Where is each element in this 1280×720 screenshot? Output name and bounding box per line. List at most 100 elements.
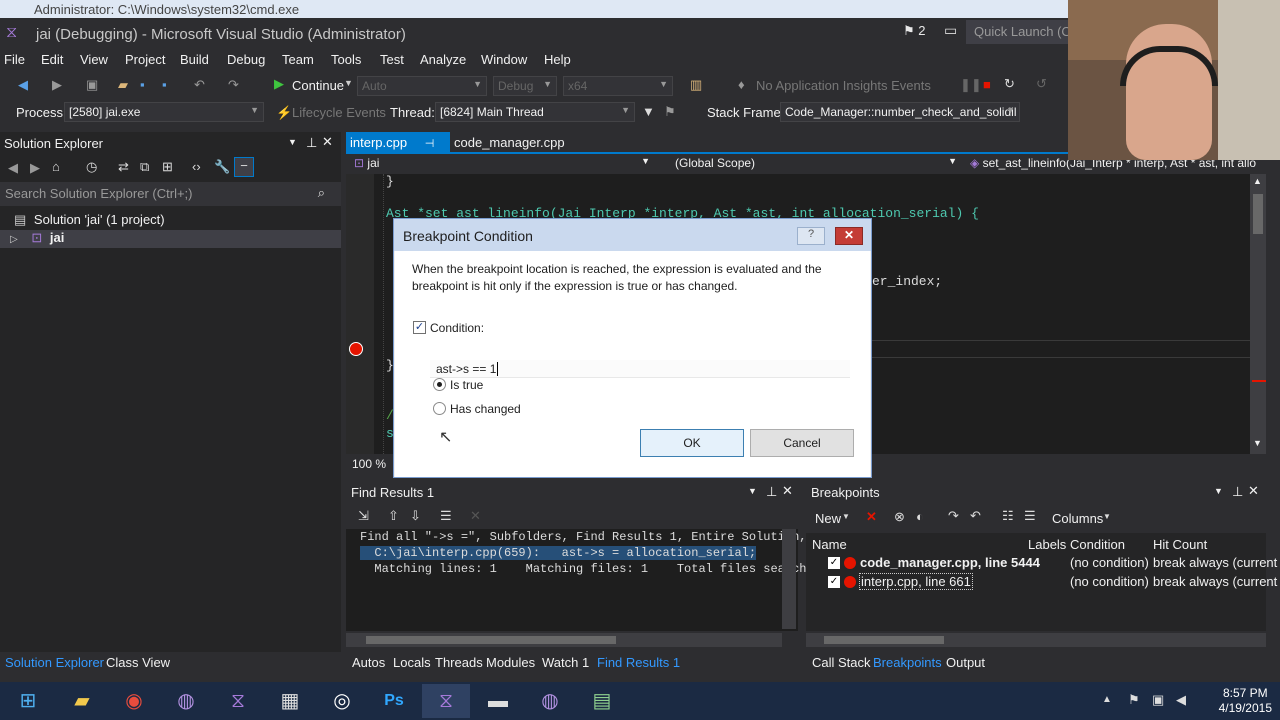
properties-icon[interactable]: 🔧 (214, 159, 230, 175)
dropdown-icon[interactable]: ▼ (1214, 486, 1223, 496)
columns-button[interactable]: Columns (1052, 511, 1103, 526)
show-all-icon[interactable]: ⊞ (162, 159, 173, 175)
history-icon[interactable]: ◷ (86, 159, 97, 175)
condition-input[interactable]: ast->s == 1 (430, 360, 850, 378)
tab-watch-1[interactable]: Watch 1 (542, 655, 589, 670)
tab-autos[interactable]: Autos (352, 655, 385, 670)
find-summary-line[interactable]: Find all "->s =", Subfolders, Find Resul… (360, 530, 821, 544)
dropdown-icon[interactable]: ▼ (748, 486, 757, 496)
restart-icon[interactable]: ↻ (1004, 76, 1015, 92)
menu-help[interactable]: Help (544, 52, 571, 67)
find-vertical-scrollbar[interactable] (782, 529, 796, 629)
menu-file[interactable]: File (4, 52, 25, 67)
config-combo[interactable]: Auto ▼ (357, 76, 487, 96)
close-icon[interactable]: ✕ (1248, 483, 1259, 499)
clear-all-icon[interactable]: ☰ (440, 508, 452, 524)
emacs-2-icon[interactable]: ◍ (526, 684, 574, 718)
breakpoint-row[interactable]: ✓ code_manager.cpp, line 5444 (no condit… (806, 553, 1277, 573)
flag-icon[interactable]: ⚑ (664, 104, 676, 120)
platform-combo[interactable]: x64 ▼ (563, 76, 673, 96)
step-icon[interactable]: ↺ (1036, 76, 1047, 92)
chrome-icon[interactable]: ◉ (110, 684, 158, 718)
is-true-label[interactable]: Is true (450, 378, 483, 392)
tab-solution-explorer[interactable]: Solution Explorer (5, 655, 104, 670)
code-icon[interactable]: ‹› (192, 159, 201, 174)
tab-breakpoints[interactable]: Breakpoints (873, 655, 942, 670)
menu-team[interactable]: Team (282, 52, 314, 67)
menu-debug[interactable]: Debug (227, 52, 265, 67)
scroll-down-icon[interactable]: ▼ (1253, 438, 1262, 448)
tab-find-results-1[interactable]: Find Results 1 (597, 655, 680, 670)
tray-arrow-icon[interactable]: ▲ (1102, 694, 1112, 705)
menu-edit[interactable]: Edit (41, 52, 63, 67)
back-icon[interactable]: ◀ (8, 160, 18, 176)
open-folder-icon[interactable]: ▰ (118, 77, 128, 93)
breakpoint-row[interactable]: ✓ interp.cpp, line 661 (no condition) br… (806, 572, 1277, 592)
breakpoints-horizontal-scrollbar[interactable] (806, 633, 1266, 647)
obs-icon[interactable]: ◎ (318, 684, 366, 718)
zoom-level[interactable]: 100 % (352, 457, 386, 471)
scrollbar-thumb[interactable] (366, 636, 616, 644)
menu-build[interactable]: Build (180, 52, 209, 67)
forward-icon[interactable]: ▶ (52, 77, 62, 93)
insights-label[interactable]: No Application Insights Events (756, 78, 931, 93)
tab-threads[interactable]: Threads (435, 655, 483, 670)
ok-button[interactable]: OK (640, 429, 744, 457)
find-horizontal-scrollbar[interactable] (346, 633, 782, 647)
column-condition[interactable]: Condition (1070, 537, 1125, 552)
home-icon[interactable]: ⌂ (52, 159, 60, 174)
menu-view[interactable]: View (80, 52, 108, 67)
close-icon[interactable]: ✕ (782, 483, 793, 499)
tab-class-view[interactable]: Class View (106, 655, 170, 670)
find-result-match[interactable]: C:\jai\interp.cpp(659): ast->s = allocat… (360, 546, 757, 560)
system-clock[interactable]: 8:57 PM 4/19/2015 (1219, 686, 1272, 716)
network-icon[interactable]: ▣ (1152, 692, 1164, 708)
photoshop-icon[interactable]: Ps (370, 684, 418, 718)
solution-node[interactable]: ▤ Solution 'jai' (1 project) (0, 212, 341, 230)
close-button[interactable]: ✕ (835, 227, 863, 245)
thread-combo[interactable]: [6824] Main Thread ▼ (435, 102, 635, 122)
start-button-icon[interactable]: ⊞ (4, 684, 52, 718)
find-in-files-icon[interactable]: ▥ (690, 77, 702, 93)
collapse-icon[interactable]: ⧉ (140, 159, 149, 175)
pin-icon[interactable]: ⊥ (306, 135, 317, 151)
notepad-icon[interactable]: ▤ (578, 684, 626, 718)
pin-icon[interactable]: ⊣ (425, 138, 435, 150)
close-icon[interactable]: ✕ (322, 134, 333, 150)
delete-all-icon[interactable]: ⊗ (894, 509, 905, 525)
editor-vertical-scrollbar[interactable]: ▲ ▼ (1250, 174, 1266, 454)
breakpoint-enabled-checkbox[interactable]: ✓ (828, 576, 840, 588)
stop-icon[interactable]: ■ (983, 77, 991, 92)
file-explorer-icon[interactable]: ▰ (58, 684, 106, 718)
pin-icon[interactable]: ⊥ (1232, 484, 1243, 500)
tab-output[interactable]: Output (946, 655, 985, 670)
volume-icon[interactable]: ◀ (1176, 692, 1186, 708)
export-icon[interactable]: ↷ (948, 508, 959, 524)
condition-checkbox[interactable]: ✓ (413, 321, 426, 334)
new-breakpoint-button[interactable]: New (815, 511, 841, 526)
project-nav-combo[interactable]: ⊡ jai ▼ (350, 154, 654, 174)
build-config-combo[interactable]: Debug ▼ (493, 76, 557, 96)
quick-launch-input[interactable]: Quick Launch (Ctrl (966, 20, 1068, 44)
project-node[interactable]: ▷ ⊡ jai (0, 230, 341, 248)
new-project-icon[interactable]: ▣ (86, 77, 98, 93)
menu-analyze[interactable]: Analyze (420, 52, 466, 67)
process-combo[interactable]: [2580] jai.exe ▼ (64, 102, 264, 122)
breakpoint-enabled-checkbox[interactable]: ✓ (828, 557, 840, 569)
column-labels[interactable]: Labels (1028, 537, 1066, 552)
tab-modules[interactable]: Modules (486, 655, 535, 670)
visual-studio-active-icon[interactable]: ⧖ (422, 684, 470, 718)
filter-icon[interactable]: ▼ (642, 104, 655, 119)
import-icon[interactable]: ↶ (970, 508, 981, 524)
notifications-flag[interactable]: ⚑ 2 (903, 23, 926, 39)
has-changed-radio[interactable] (433, 402, 446, 415)
solution-search-input[interactable]: Search Solution Explorer (Ctrl+;) ⌕ (0, 182, 341, 206)
action-center-flag-icon[interactable]: ⚑ (1128, 692, 1140, 708)
cancel-button[interactable]: Cancel (750, 429, 854, 457)
continue-play-icon[interactable]: ▶ (274, 76, 284, 92)
tab-code-manager-cpp[interactable]: code_manager.cpp (450, 132, 570, 153)
previous-location-icon[interactable]: ⇧ (388, 508, 399, 524)
search-icon[interactable]: ⌕ (318, 185, 325, 201)
forward-icon[interactable]: ▶ (30, 160, 40, 176)
goto-source-icon[interactable]: ☷ (1002, 508, 1014, 524)
